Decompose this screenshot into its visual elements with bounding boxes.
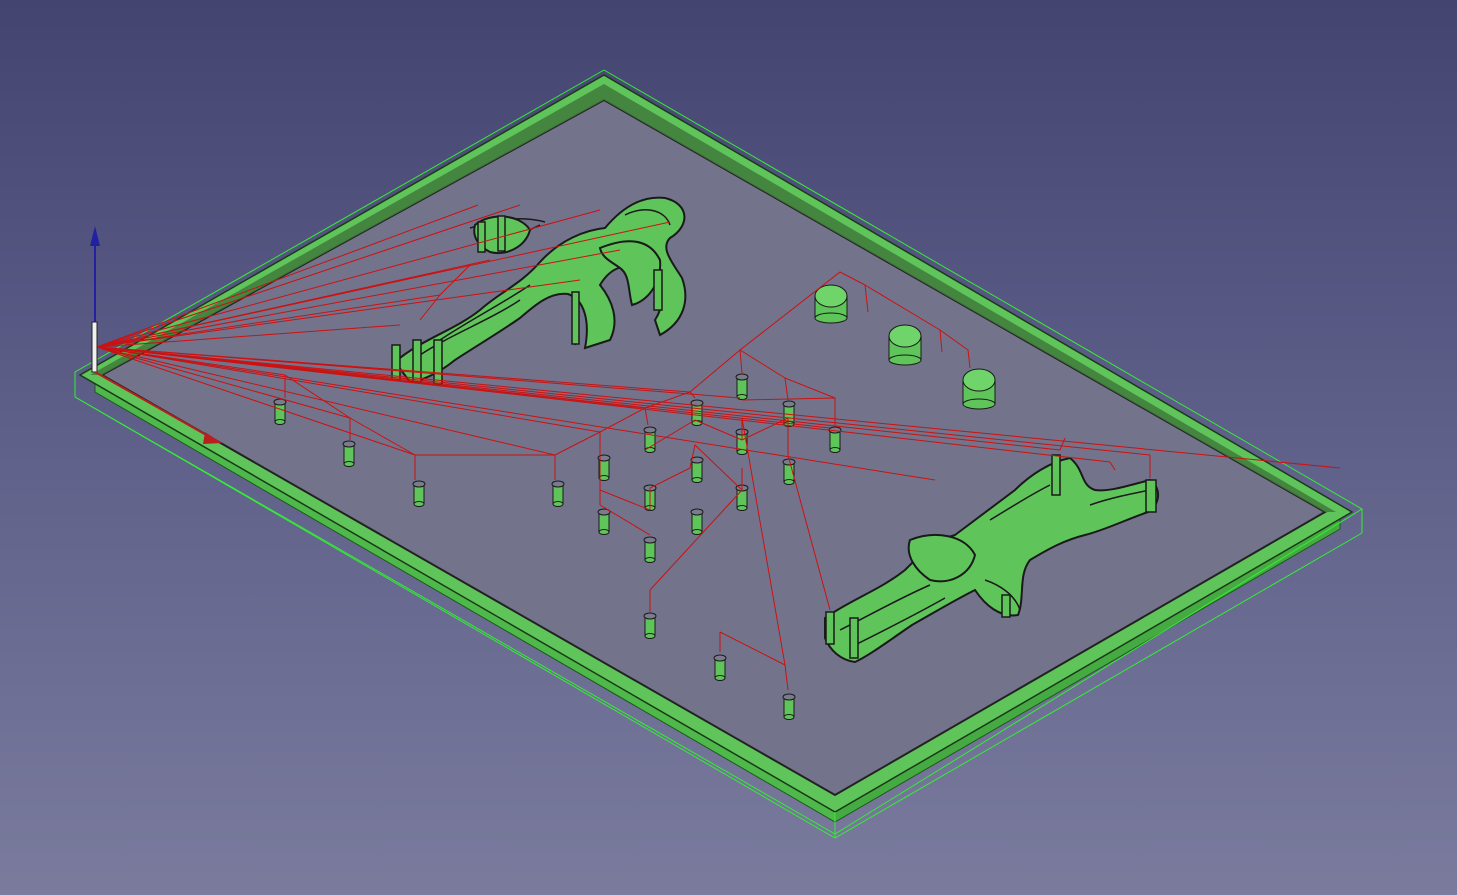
z-axis-arrow-icon — [90, 226, 100, 246]
stock-pocket-floor — [99, 98, 1328, 797]
stock-block[interactable] — [74, 69, 1363, 839]
3d-viewport[interactable] — [0, 0, 1457, 895]
drill-hole — [713, 654, 727, 681]
drill-hole — [643, 536, 657, 563]
drill-hole — [412, 480, 426, 507]
cylinder-boss — [962, 368, 996, 410]
tool-marker-icon — [91, 321, 98, 373]
drill-hole — [782, 458, 796, 485]
cylinder-boss — [888, 324, 922, 366]
drill-hole — [782, 693, 796, 720]
scene-canvas[interactable] — [0, 0, 1457, 895]
drill-hole — [690, 456, 704, 483]
cylinder-boss — [814, 284, 848, 324]
drill-hole — [342, 440, 356, 467]
drill-hole — [273, 398, 287, 425]
drill-hole — [690, 508, 704, 535]
drill-hole — [643, 612, 657, 639]
drill-hole — [551, 480, 565, 507]
drill-hole — [597, 508, 611, 535]
drill-hole — [735, 373, 749, 400]
drill-hole — [643, 426, 657, 453]
